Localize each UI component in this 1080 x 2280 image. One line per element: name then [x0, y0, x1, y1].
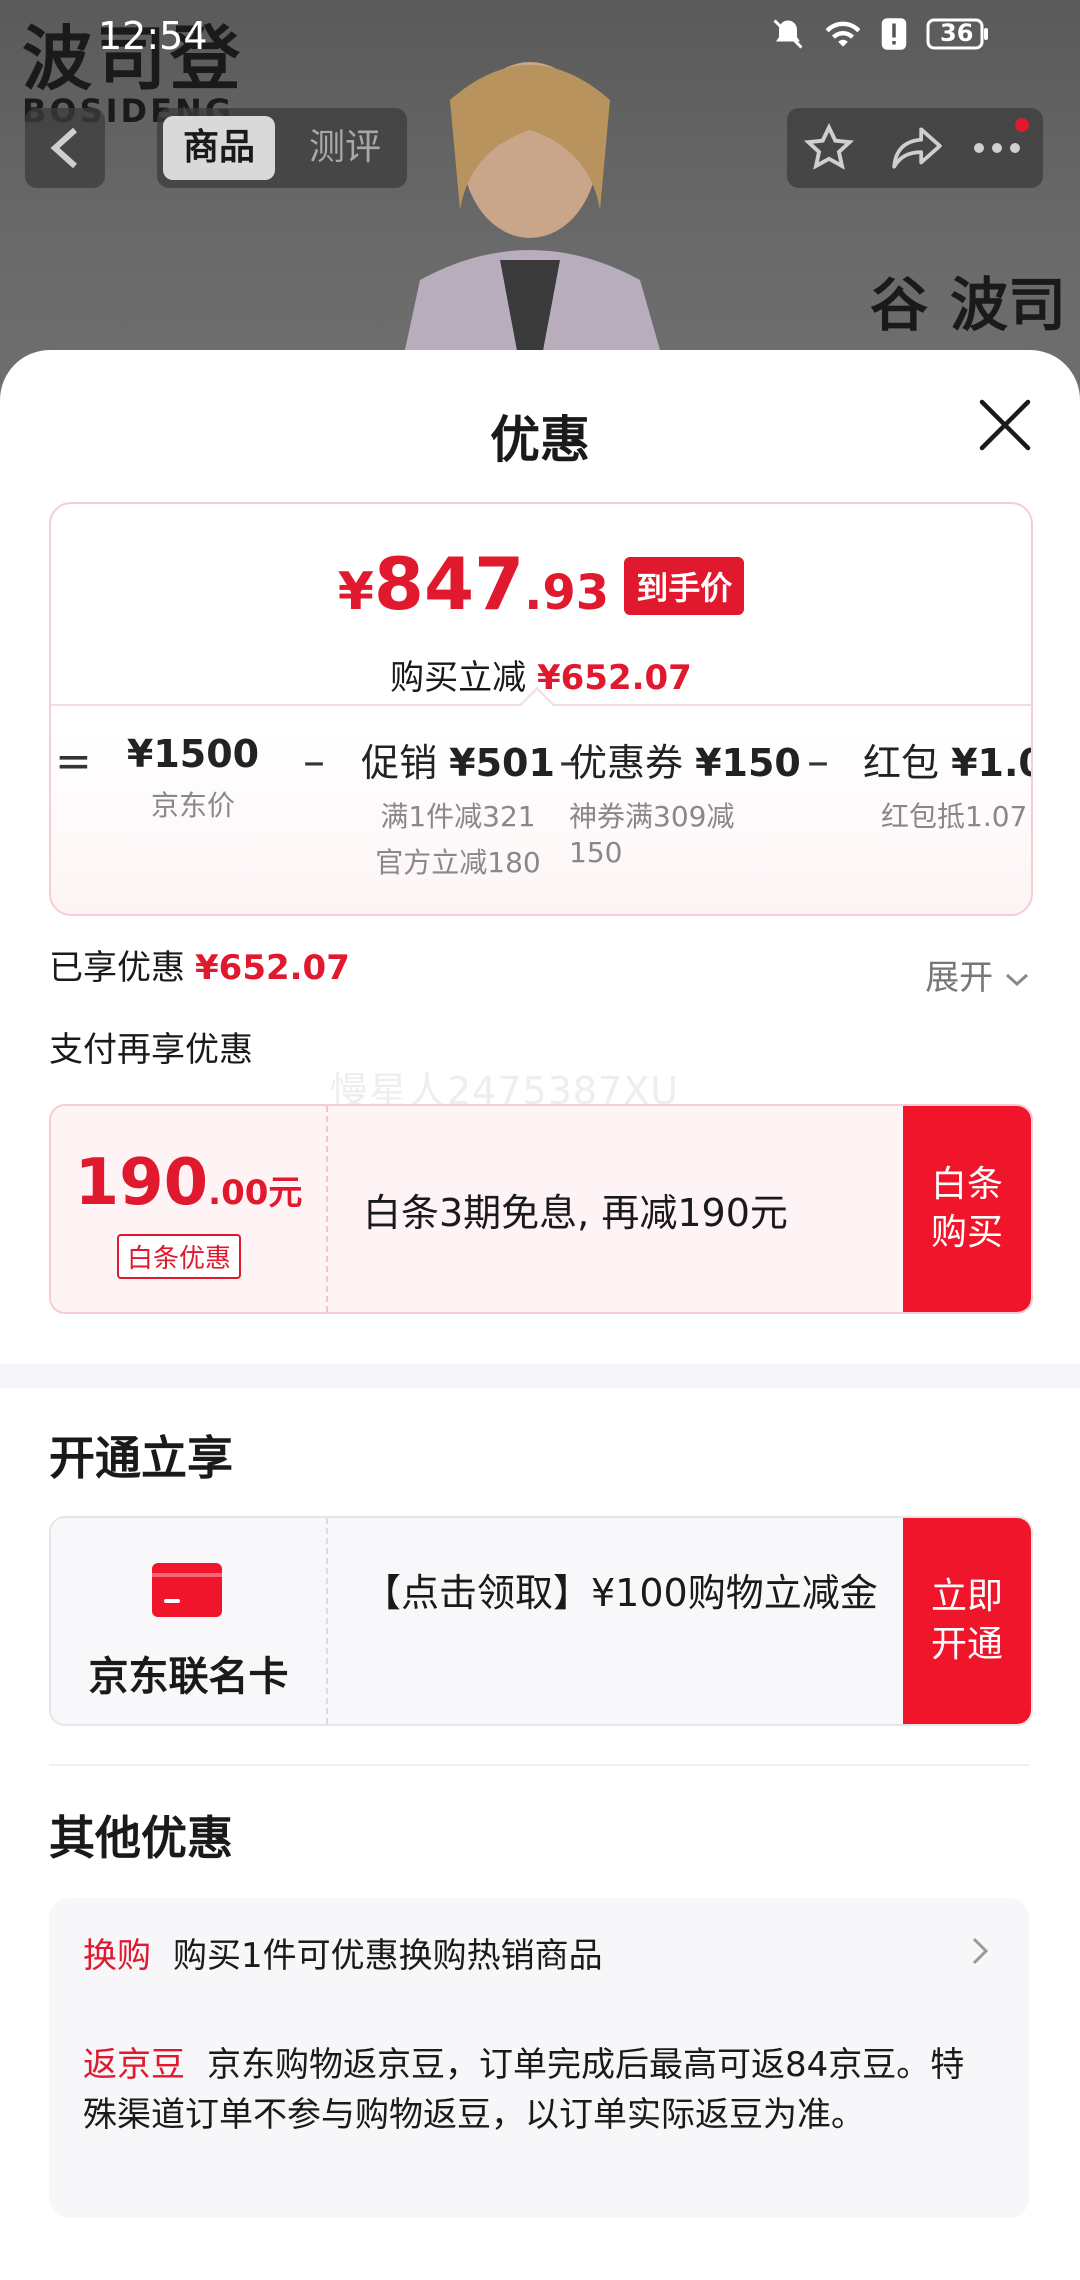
breakdown-item-promo: 促销 ¥501 满1件减321 官方立减180 — [353, 732, 563, 883]
battery-icon: 36 — [926, 17, 990, 55]
trade-in-offer[interactable]: 换购 购买1件可优惠换购热销商品 — [83, 1928, 603, 1977]
backdrop-side-text-right: 波司 — [950, 271, 1067, 339]
divider-line — [49, 1764, 1029, 1766]
backdrop-side-text-left: 谷 — [870, 271, 929, 339]
breakdown-amount: ¥150 — [695, 741, 801, 785]
cobrand-card-block: 京东联名卡 — [51, 1518, 326, 1724]
breakdown-amount: ¥1.07 — [951, 741, 1031, 785]
breakdown-label: 红包 — [863, 741, 940, 785]
breakdown-item-coupon: 优惠券 ¥150 神券满309减 150 — [569, 732, 801, 873]
final-price-currency: ¥ — [337, 562, 374, 622]
chevron-down-icon — [1005, 973, 1029, 986]
breakdown-label: 优惠券 — [569, 741, 684, 785]
breakdown-label: 促销 — [361, 741, 438, 785]
final-price-decimal: .93 — [524, 565, 610, 621]
status-time: 12:54 — [98, 14, 208, 58]
enjoyed-label: 已享优惠 — [49, 948, 185, 988]
battery-level: 36 — [940, 19, 974, 47]
breakdown-operator: – — [807, 736, 829, 787]
baitiao-separator — [326, 1106, 328, 1312]
status-icons: 36 — [770, 16, 990, 56]
cobrand-desc: 【点击领取】¥100购物立减金 — [363, 1571, 878, 1615]
breakdown-sub: 京东价 — [150, 789, 235, 822]
cobrand-name: 京东联名卡 — [88, 1654, 289, 1700]
jd-bean-tag: 返京豆 — [83, 2045, 185, 2085]
price-breakdown: = ¥1500 京东价 – 促销 ¥501 满1件减321 官方立减180 – … — [51, 722, 1031, 912]
pay-again-label: 支付再享优惠 — [49, 1030, 253, 1070]
jd-bean-offer: 返京豆 京东购物返京豆，订单完成后最高可返84京豆。特殊渠道订单不参与购物返豆，以… — [83, 2040, 983, 2140]
reduce-label: 购买立减 — [390, 658, 527, 698]
cobrand-separator — [326, 1518, 328, 1724]
final-price-badge: 到手价 — [624, 557, 745, 615]
breakdown-item-jd-price: ¥1500 京东价 — [113, 732, 273, 826]
trade-in-tag: 换购 — [83, 1936, 151, 1976]
credit-card-icon — [152, 1563, 222, 1617]
baitiao-tag: 白条优惠 — [117, 1234, 242, 1279]
breakdown-sub: 神券满309减 — [569, 800, 735, 833]
favorite-star-icon[interactable] — [799, 118, 859, 178]
baitiao-amount: 190.00元 — [51, 1146, 326, 1220]
cobrand-section-title: 开通立享 — [49, 1431, 233, 1485]
final-price: ¥847.93 到手价 — [51, 542, 1031, 626]
price-breakdown-card: ¥847.93 到手价 购买立减 ¥652.07 = ¥1500 京东价 – 促… — [49, 502, 1033, 916]
baitiao-desc: 白条3期免息, 再减190元 — [363, 1191, 788, 1235]
expand-button[interactable]: 展开 — [925, 950, 1030, 999]
breakdown-sub: 满1件减321 — [380, 800, 536, 833]
baitiao-amount-dec: .00元 — [208, 1173, 303, 1213]
nav-actions — [787, 108, 1043, 188]
jd-bean-text: 京东购物返京豆，订单完成后最高可返84京豆。特殊渠道订单不参与购物返豆，以订单实… — [83, 2045, 965, 2135]
baitiao-amount-int: 190 — [74, 1146, 209, 1220]
breakdown-amount: ¥1500 — [126, 732, 260, 776]
breakdown-sub: 150 — [569, 836, 623, 869]
section-separator — [0, 1364, 1080, 1388]
discount-sheet: 优惠 ¥847.93 到手价 购买立减 ¥652.07 = ¥1500 京东价 … — [0, 350, 1080, 2280]
other-offers-card: 换购 购买1件可优惠换购热销商品 返京豆 京东购物返京豆，订单完成后最高可返84京豆… — [49, 1898, 1029, 2218]
baitiao-buy-button[interactable]: 白条 购买 — [903, 1106, 1031, 1312]
breakdown-sub: 官方立减180 — [375, 846, 541, 879]
baitiao-offer-card[interactable]: 190.00元 白条优惠 白条3期免息, 再减190元 白条 购买 — [49, 1104, 1033, 1314]
chevron-left-icon — [50, 127, 78, 169]
status-bar: 12:54 36 — [0, 0, 1080, 72]
top-nav: 商品 测评 — [0, 108, 1080, 188]
back-button[interactable] — [25, 108, 105, 188]
tab-product[interactable]: 商品 — [163, 116, 275, 180]
mute-bell-icon — [770, 16, 806, 56]
expand-label: 展开 — [925, 958, 994, 998]
product-tabs: 商品 测评 — [157, 108, 407, 188]
open-now-button[interactable]: 立即 开通 — [903, 1518, 1031, 1724]
breakdown-operator: = — [55, 736, 92, 787]
share-icon[interactable] — [887, 118, 947, 178]
final-price-integer: 847 — [373, 542, 525, 626]
reduce-amount: ¥652.07 — [536, 658, 692, 698]
other-section-title: 其他优惠 — [49, 1811, 233, 1865]
trade-in-text: 购买1件可优惠换购热销商品 — [173, 1936, 603, 1976]
notification-dot — [1015, 118, 1029, 132]
breakdown-sub: 红包抵1.07 — [881, 800, 1028, 833]
close-icon — [979, 399, 1031, 451]
tab-reviews[interactable]: 测评 — [289, 116, 401, 180]
chevron-right-icon[interactable] — [971, 1936, 989, 1970]
sim-alert-icon — [880, 16, 908, 56]
enjoyed-amount: ¥652.07 — [195, 948, 350, 988]
baitiao-amount-block: 190.00元 白条优惠 — [51, 1106, 326, 1312]
close-button[interactable] — [970, 390, 1040, 460]
breakdown-amount: ¥501 — [449, 741, 555, 785]
enjoyed-discount: 已享优惠 ¥652.07 — [49, 940, 350, 989]
wifi-icon — [824, 17, 862, 55]
cobrand-card-offer[interactable]: 京东联名卡 【点击领取】¥100购物立减金 立即 开通 — [49, 1516, 1033, 1726]
breakdown-item-redpacket: 红包 ¥1.07 红包抵1.07 — [863, 732, 1031, 837]
breakdown-operator: – — [303, 736, 325, 787]
sheet-title: 优惠 — [490, 411, 590, 469]
